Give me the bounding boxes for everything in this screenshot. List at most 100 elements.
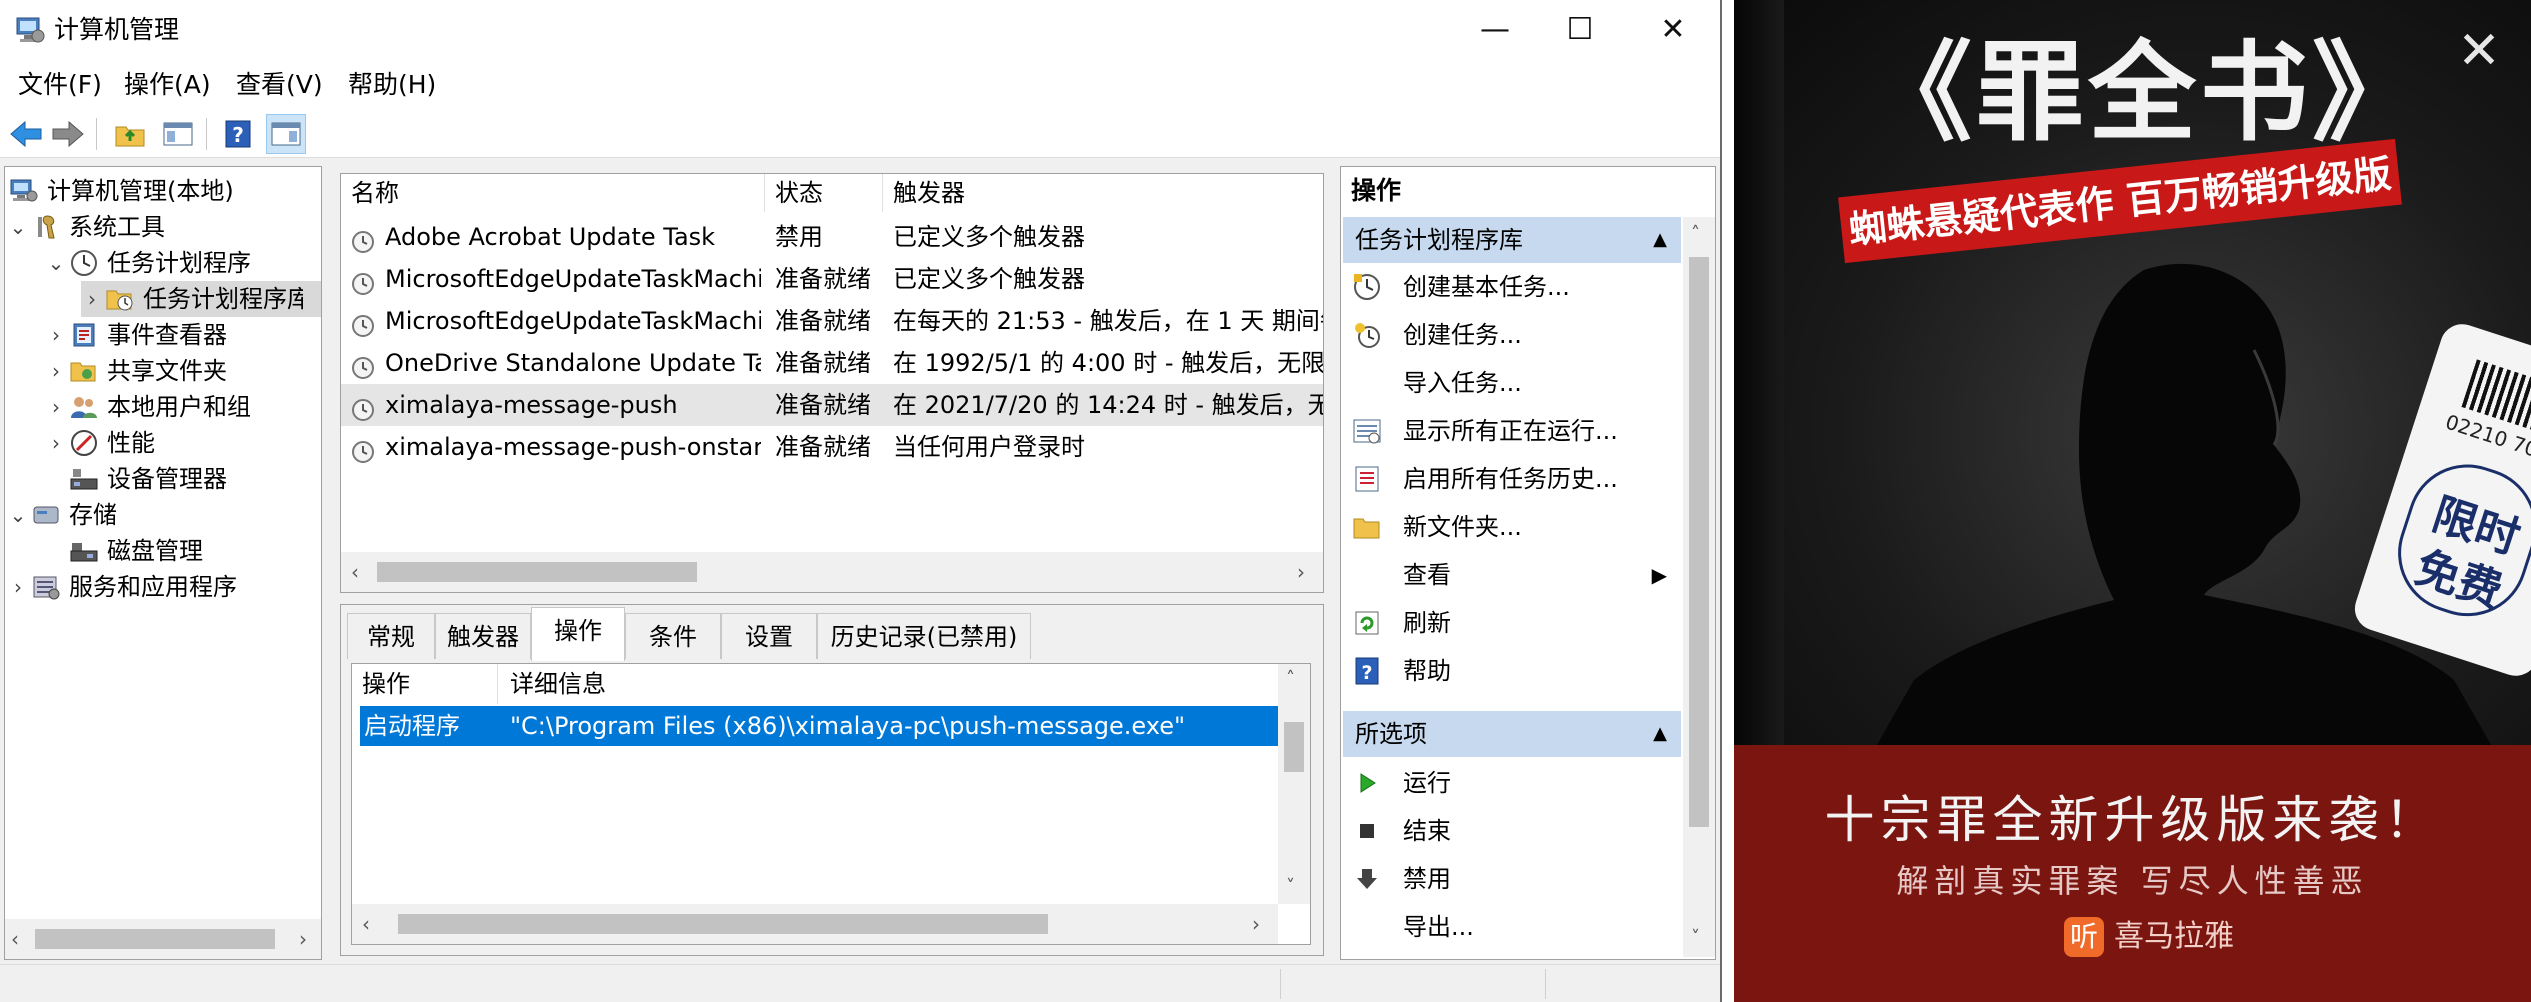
chevron-right-icon[interactable]: ›: [45, 425, 67, 461]
column-header-status[interactable]: 状态: [765, 174, 883, 212]
maximize-button[interactable]: ☐: [1535, 4, 1625, 54]
action-table-horizontal-scrollbar[interactable]: ‹ ›: [352, 904, 1278, 944]
actions-pane: 操作 任务计划程序库 ▲ 创建基本任务... 创建任务... 导入任务... 显…: [1340, 166, 1716, 960]
forward-arrow-icon[interactable]: [48, 114, 88, 154]
action-view[interactable]: 查看 ▶: [1345, 551, 1679, 599]
action-table: 操作 详细信息 启动程序 "C:\Program Files (x86)\xim…: [351, 663, 1311, 945]
tree-item-system-tools[interactable]: ⌄ 系统工具: [7, 209, 165, 245]
tree-item-disk-management[interactable]: 磁盘管理: [67, 533, 203, 569]
scrollbar-thumb[interactable]: [1284, 722, 1304, 772]
tab-conditions[interactable]: 条件: [625, 613, 721, 659]
close-button[interactable]: ✕: [1628, 4, 1718, 54]
up-folder-icon[interactable]: [110, 114, 150, 154]
scroll-left-icon[interactable]: ‹: [362, 912, 370, 936]
table-row[interactable]: ximalaya-message-push-onstart 准备就绪 当任何用户…: [341, 426, 1323, 468]
collapse-arrow-icon[interactable]: ▲: [1653, 217, 1667, 263]
create-task-icon: [1345, 311, 1389, 359]
svg-text:?: ?: [1361, 662, 1372, 684]
action-enable-task-history[interactable]: 启用所有任务历史...: [1345, 455, 1679, 503]
scroll-left-icon[interactable]: ‹: [11, 927, 19, 951]
toolbar-separator: [96, 118, 97, 150]
scroll-up-icon[interactable]: ˄: [1286, 668, 1295, 689]
action-create-basic-task[interactable]: 创建基本任务...: [1345, 263, 1679, 311]
tree-horizontal-scrollbar[interactable]: ‹ ›: [5, 919, 321, 959]
actions-vertical-scrollbar[interactable]: ˄ ˅: [1683, 217, 1715, 957]
action-row-selected[interactable]: 启动程序 "C:\Program Files (x86)\ximalaya-pc…: [360, 706, 1278, 746]
tree-item-task-scheduler-library[interactable]: › 任务计划程序库: [81, 281, 321, 317]
action-refresh[interactable]: 刷新: [1345, 599, 1679, 647]
tree-item-local-users-groups[interactable]: › 本地用户和组: [45, 389, 251, 425]
minimize-button[interactable]: —: [1450, 4, 1540, 54]
chevron-right-icon[interactable]: ›: [45, 353, 67, 389]
tree-item-task-scheduler[interactable]: ⌄ 任务计划程序: [45, 245, 251, 281]
tab-triggers[interactable]: 触发器: [435, 613, 531, 659]
scroll-up-icon[interactable]: ˄: [1691, 223, 1700, 244]
section-header-library[interactable]: 任务计划程序库 ▲: [1343, 217, 1681, 263]
action-table-vertical-scrollbar[interactable]: ˄ ˅: [1278, 664, 1310, 904]
menu-help[interactable]: 帮助(H): [344, 66, 440, 104]
advertisement-panel[interactable]: 《罪全书》 蜘蛛悬疑代表作 百万畅销升级版 02210 70 限时 免费 ✕ 十…: [1734, 0, 2531, 1002]
scrollbar-thumb[interactable]: [35, 929, 275, 949]
scrollbar-thumb[interactable]: [398, 914, 1048, 934]
help-icon[interactable]: ?: [218, 114, 258, 154]
scroll-down-icon[interactable]: ˅: [1691, 927, 1700, 948]
tab-general[interactable]: 常规: [347, 613, 435, 659]
tab-history[interactable]: 历史记录(已禁用): [817, 613, 1031, 659]
action-help[interactable]: ? 帮助: [1345, 647, 1679, 695]
scroll-down-icon[interactable]: ˅: [1286, 876, 1295, 897]
tree-item-performance[interactable]: › 性能: [45, 425, 155, 461]
collapse-arrow-icon[interactable]: ▲: [1653, 711, 1667, 757]
chevron-down-icon[interactable]: ⌄: [45, 245, 67, 281]
show-hide-tree-icon[interactable]: [158, 114, 198, 154]
tree-item-device-manager[interactable]: 设备管理器: [67, 461, 227, 497]
menu-action[interactable]: 操作(A): [120, 66, 215, 104]
menu-file[interactable]: 文件(F): [14, 66, 106, 104]
table-row[interactable]: Adobe Acrobat Update Task 禁用 已定义多个触发器: [341, 216, 1323, 258]
action-export[interactable]: 导出...: [1345, 903, 1679, 951]
menu-view[interactable]: 查看(V): [232, 66, 327, 104]
action-new-folder[interactable]: 新文件夹...: [1345, 503, 1679, 551]
column-header-trigger[interactable]: 触发器: [883, 174, 1323, 212]
table-row[interactable]: MicrosoftEdgeUpdateTaskMachi... 准备就绪 在每天…: [341, 300, 1323, 342]
chevron-down-icon[interactable]: ⌄: [7, 497, 29, 533]
action-display-running-tasks[interactable]: 显示所有正在运行...: [1345, 407, 1679, 455]
chevron-right-icon[interactable]: ›: [45, 317, 67, 353]
scroll-left-icon[interactable]: ‹: [351, 560, 359, 584]
section-header-selected-item[interactable]: 所选项 ▲: [1343, 711, 1681, 757]
column-header-details[interactable]: 详细信息: [498, 664, 1278, 704]
chevron-right-icon[interactable]: ›: [7, 569, 29, 605]
chevron-down-icon[interactable]: ⌄: [7, 209, 29, 245]
tab-settings[interactable]: 设置: [721, 613, 817, 659]
show-hide-action-pane-icon[interactable]: [266, 114, 306, 154]
ad-close-button[interactable]: ✕: [2446, 18, 2512, 84]
tree-item-event-viewer[interactable]: › 事件查看器: [45, 317, 227, 353]
scroll-right-icon[interactable]: ›: [1297, 560, 1305, 584]
scrollbar-thumb[interactable]: [377, 562, 697, 582]
table-row[interactable]: OneDrive Standalone Update Ta... 准备就绪 在 …: [341, 342, 1323, 384]
action-run[interactable]: 运行: [1345, 759, 1679, 807]
tree-item-computer-management[interactable]: 计算机管理(本地): [7, 173, 234, 209]
task-status: 准备就绪: [775, 307, 871, 335]
scroll-right-icon[interactable]: ›: [1252, 912, 1260, 936]
back-arrow-icon[interactable]: [6, 114, 46, 154]
scroll-right-icon[interactable]: ›: [299, 927, 307, 951]
action-import-task[interactable]: 导入任务...: [1345, 359, 1679, 407]
task-list-horizontal-scrollbar[interactable]: ‹ ›: [341, 552, 1323, 592]
tree-item-services-applications[interactable]: › 服务和应用程序: [7, 569, 237, 605]
tree-item-shared-folders[interactable]: › 共享文件夹: [45, 353, 227, 389]
action-disable[interactable]: 禁用: [1345, 855, 1679, 903]
scrollbar-thumb[interactable]: [1689, 257, 1709, 827]
tree-item-storage[interactable]: ⌄ 存储: [7, 497, 117, 533]
task-trigger: 在每天的 21:53 - 触发后，在 1 天 期间每: [893, 307, 1323, 335]
task-history-icon: [1345, 455, 1389, 503]
column-header-action[interactable]: 操作: [352, 664, 498, 704]
action-end[interactable]: 结束: [1345, 807, 1679, 855]
column-header-name[interactable]: 名称: [341, 174, 765, 212]
disk-management-icon: [67, 536, 101, 566]
chevron-right-icon[interactable]: ›: [81, 281, 103, 317]
tab-actions[interactable]: 操作: [531, 607, 625, 661]
table-row[interactable]: MicrosoftEdgeUpdateTaskMachi... 准备就绪 已定义…: [341, 258, 1323, 300]
table-row-selected[interactable]: ximalaya-message-push 准备就绪 在 2021/7/20 的…: [341, 384, 1323, 426]
chevron-right-icon[interactable]: ›: [45, 389, 67, 425]
action-create-task[interactable]: 创建任务...: [1345, 311, 1679, 359]
